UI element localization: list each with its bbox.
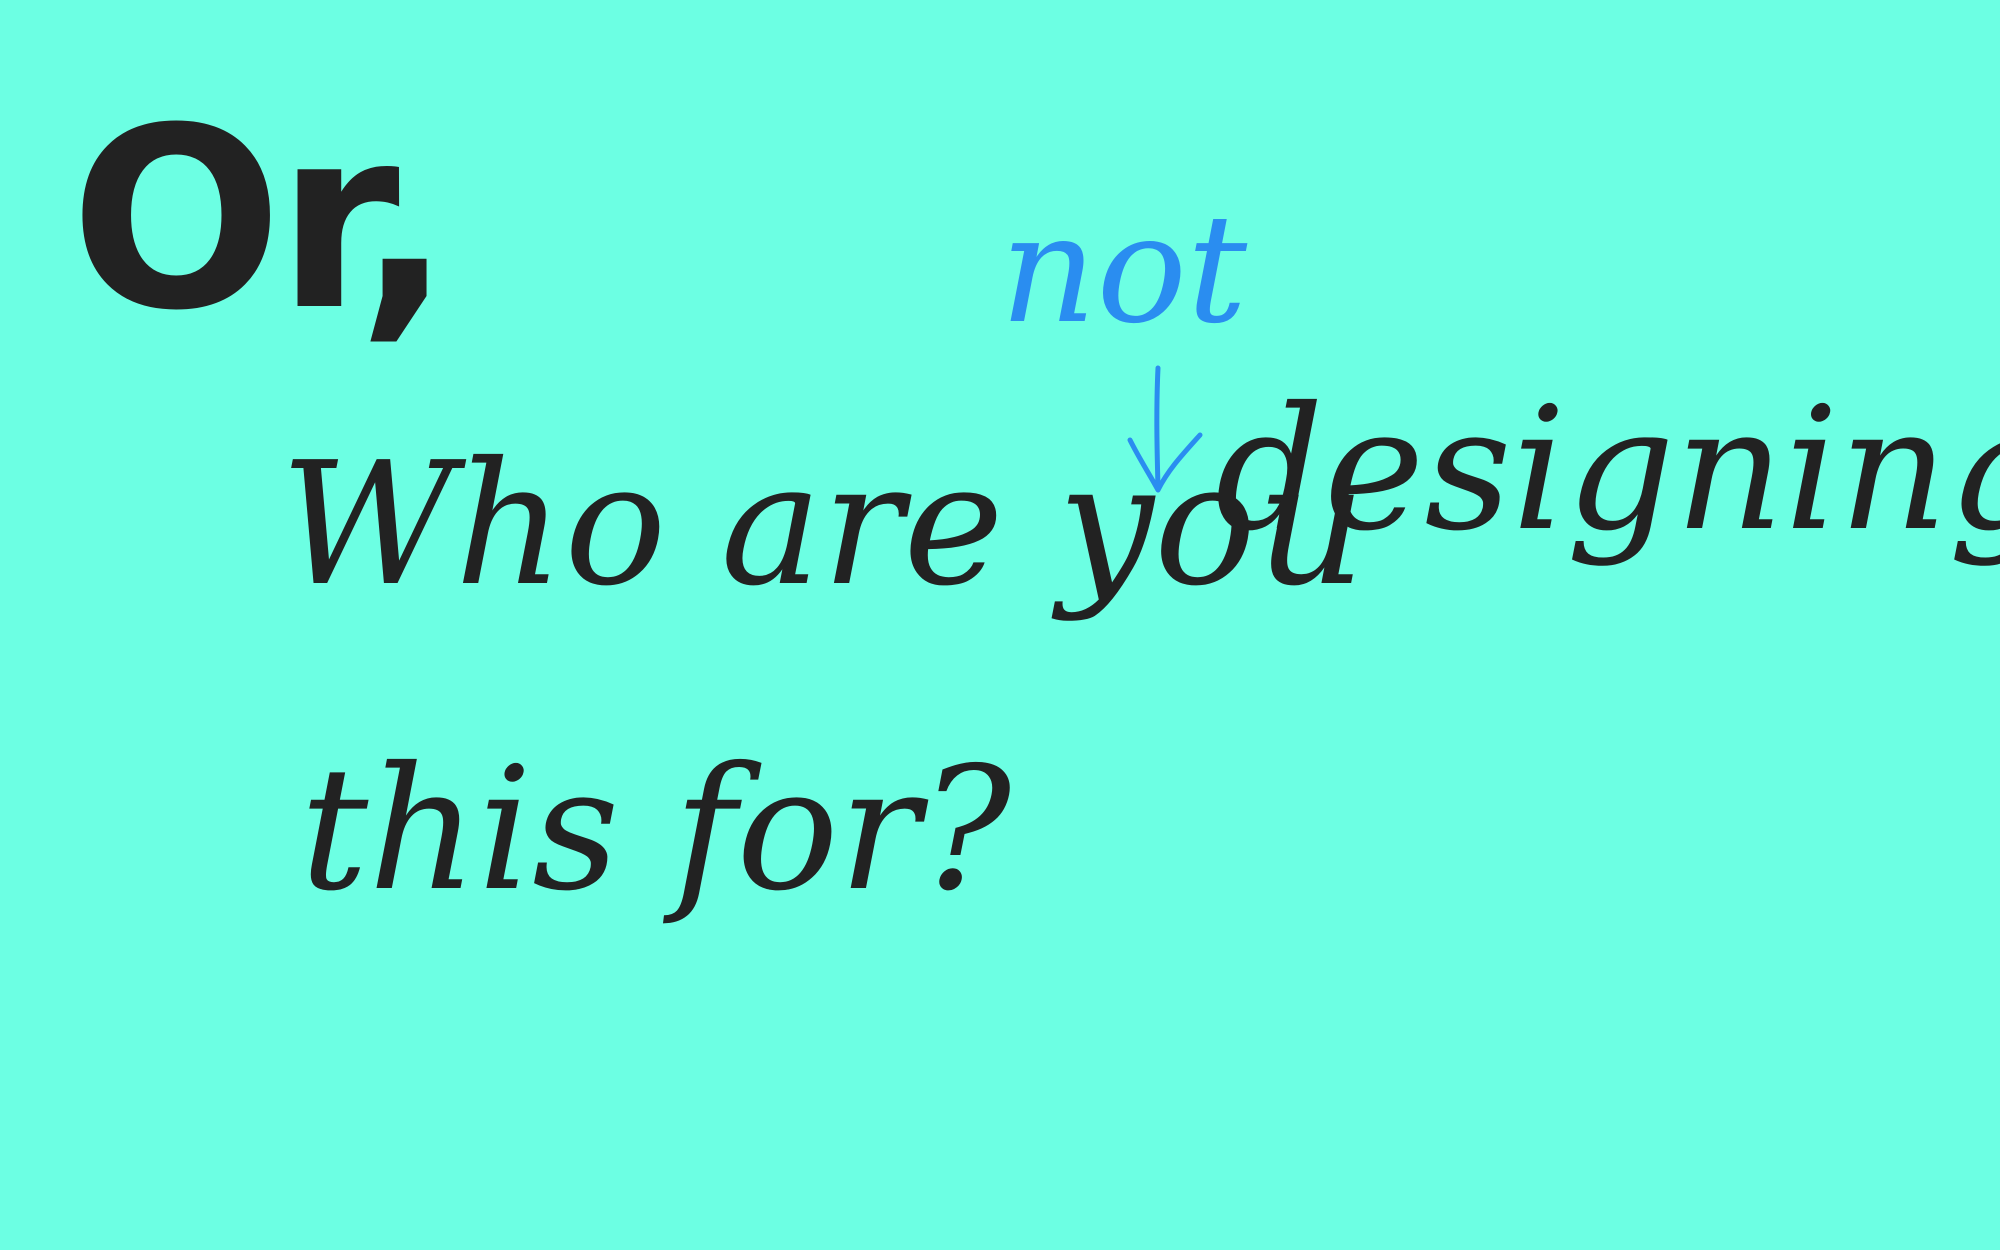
question-line-1-end: designing [1215,371,2000,569]
whiteboard-canvas: Or, Who are you designing this for? not [0,0,2000,1250]
heading-text: Or, [70,74,452,365]
question-line-2: this for? [300,731,1012,929]
inserted-word-not: not [1000,183,1248,357]
arrow-down-icon [1127,365,1203,493]
